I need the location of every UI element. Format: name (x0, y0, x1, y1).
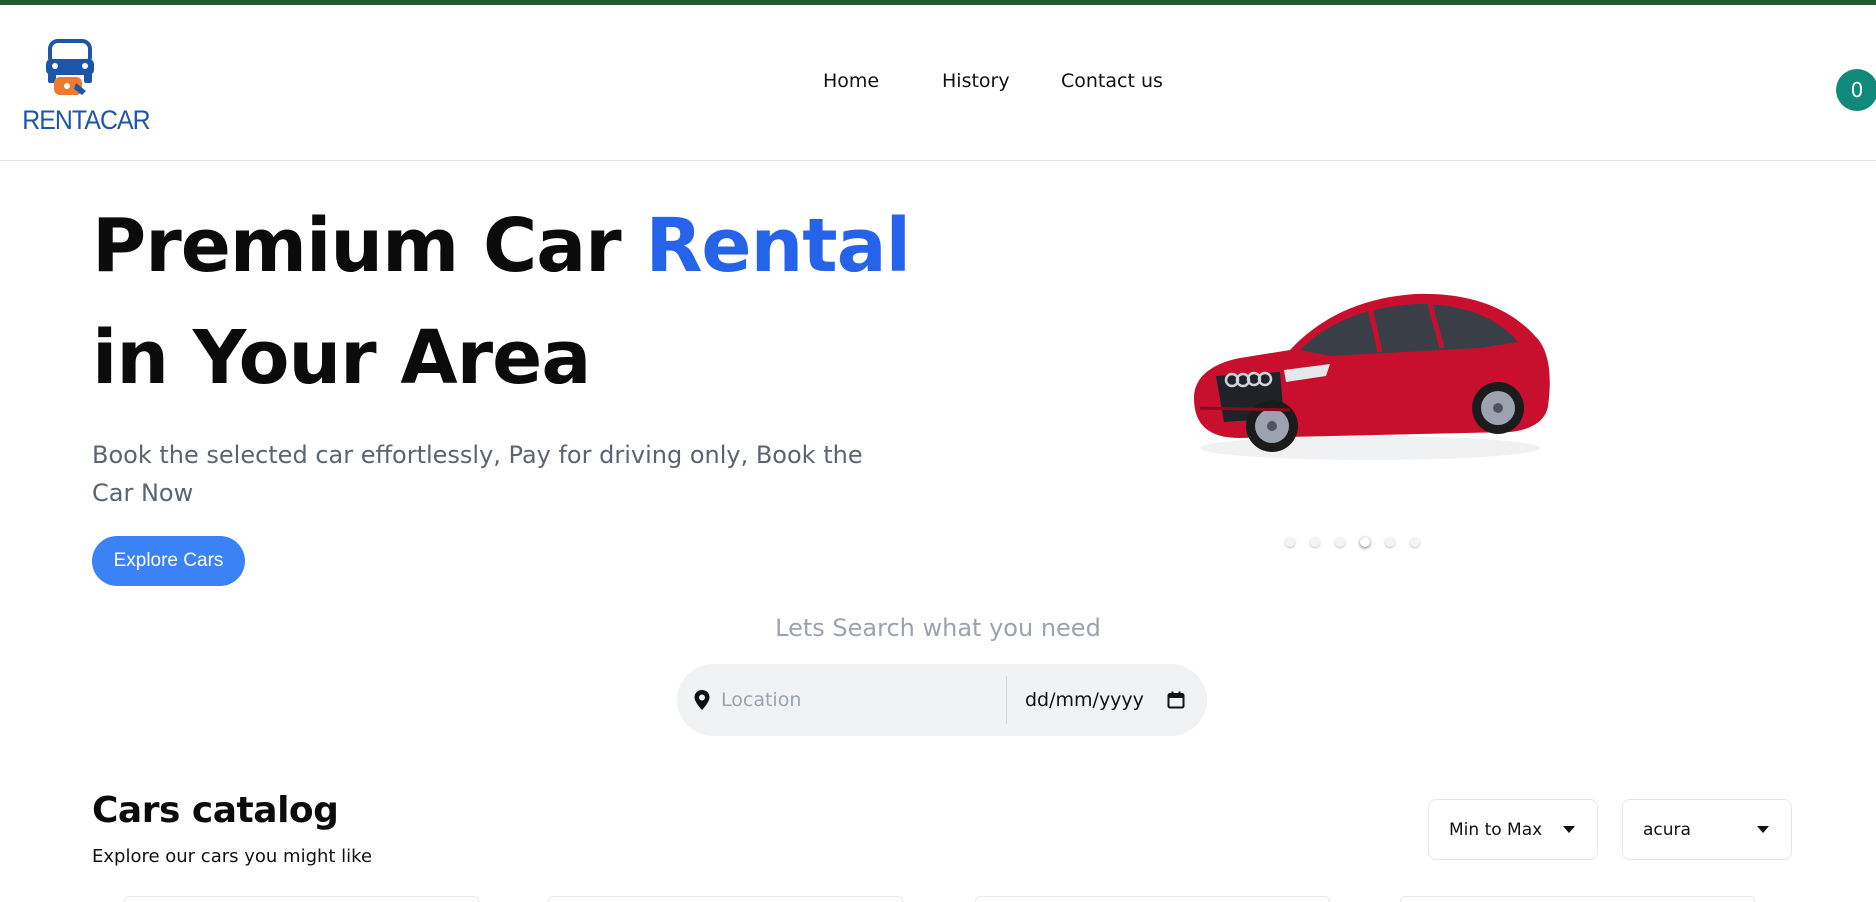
hero-car-image (1180, 278, 1560, 468)
date-input-value: dd/mm/yyyy (1025, 689, 1144, 711)
sort-price-select[interactable]: Min to Max (1428, 799, 1598, 860)
catalog-subtitle: Explore our cars you might like (92, 846, 373, 867)
carousel-dot[interactable] (1385, 537, 1395, 547)
nav-home[interactable]: Home (823, 70, 879, 92)
car-card[interactable] (124, 896, 479, 902)
hero-title-accent: Rental (645, 203, 911, 289)
carousel-dot[interactable] (1310, 537, 1320, 547)
cart-count-badge[interactable]: 0 (1836, 69, 1876, 111)
brand-filter-select[interactable]: acura (1622, 799, 1792, 860)
chevron-down-icon (1757, 826, 1769, 833)
red-sedan-car-image (1194, 293, 1550, 460)
main-nav: Home History Contact us (0, 70, 1876, 110)
carousel-dot[interactable] (1285, 537, 1295, 547)
map-pin-icon (694, 690, 710, 710)
carousel-dot[interactable] (1335, 537, 1345, 547)
nav-history[interactable]: History (942, 70, 1010, 92)
hero-title-part2: in Your Area (92, 315, 591, 401)
car-card[interactable] (975, 896, 1330, 902)
carousel-dot-active[interactable] (1360, 537, 1370, 547)
calendar-icon[interactable] (1166, 690, 1186, 710)
date-input[interactable]: dd/mm/yyyy (1017, 682, 1192, 718)
brand-select-value: acura (1643, 819, 1691, 840)
sort-select-value: Min to Max (1449, 819, 1543, 840)
carousel-dots (1285, 537, 1420, 551)
search-bar: dd/mm/yyyy (677, 664, 1207, 736)
explore-cars-button[interactable]: Explore Cars (92, 536, 245, 586)
nav-contact-us[interactable]: Contact us (1061, 70, 1163, 92)
hero-title: Premium Car Rental in Your Area (92, 190, 922, 414)
location-input[interactable] (721, 682, 956, 718)
hero-subtitle: Book the selected car effortlessly, Pay … (92, 441, 863, 507)
carousel-dot[interactable] (1410, 537, 1420, 547)
car-card[interactable] (548, 896, 903, 902)
hero-title-part1: Premium Car (92, 203, 646, 289)
site-header: RENTACAR Home History Contact us 0 (0, 5, 1876, 161)
catalog-title: Cars catalog (92, 790, 339, 831)
search-heading: Lets Search what you need (775, 614, 1101, 642)
chevron-down-icon (1563, 826, 1575, 833)
search-divider (1006, 676, 1007, 724)
car-card[interactable] (1400, 896, 1755, 902)
